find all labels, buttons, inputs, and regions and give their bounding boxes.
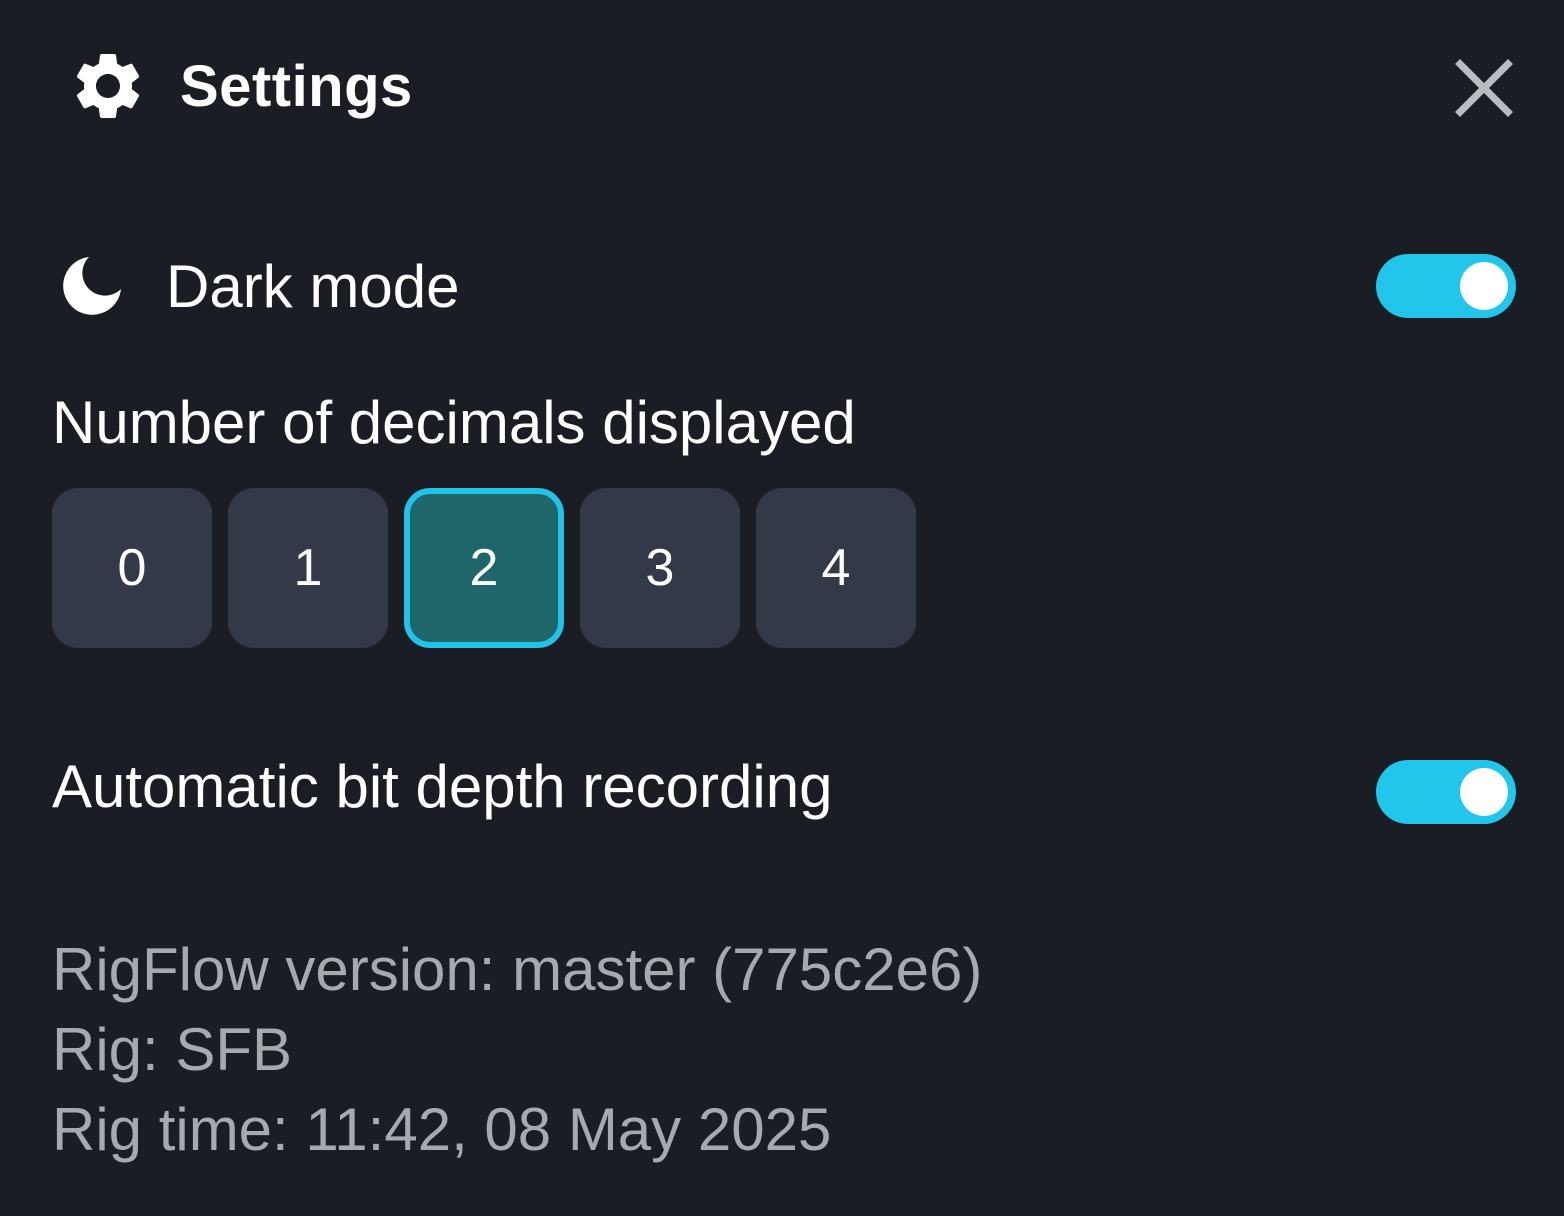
dark-mode-row: Dark mode (58, 250, 459, 322)
gear-icon (66, 44, 150, 128)
close-button[interactable] (1452, 56, 1516, 120)
dark-mode-toggle[interactable] (1376, 254, 1516, 318)
decimal-option-3[interactable]: 3 (580, 488, 740, 648)
rig-time-text: Rig time: 11:42, 08 May 2025 (52, 1096, 832, 1163)
toggle-knob (1460, 262, 1508, 310)
version-text: RigFlow version: master (775c2e6) (52, 936, 983, 1003)
moon-icon (58, 252, 126, 320)
decimal-option-4[interactable]: 4 (756, 488, 916, 648)
decimal-option-1[interactable]: 1 (228, 488, 388, 648)
decimals-title: Number of decimals displayed (52, 389, 856, 456)
bit-depth-label: Automatic bit depth recording (52, 753, 833, 820)
decimals-selector: 0 1 2 3 4 (52, 488, 916, 648)
settings-header: Settings (66, 42, 413, 130)
bit-depth-toggle[interactable] (1376, 760, 1516, 824)
decimal-option-2[interactable]: 2 (404, 488, 564, 648)
close-icon[interactable] (1454, 58, 1514, 118)
decimal-option-0[interactable]: 0 (52, 488, 212, 648)
dark-mode-label: Dark mode (166, 252, 460, 320)
info-block: RigFlow version: master (775c2e6) Rig: S… (52, 930, 982, 1170)
rig-text: Rig: SFB (52, 1016, 293, 1083)
toggle-knob (1460, 768, 1508, 816)
settings-title: Settings (180, 53, 413, 119)
settings-panel: Settings Dark mode Number of decimals di… (0, 0, 1564, 1216)
